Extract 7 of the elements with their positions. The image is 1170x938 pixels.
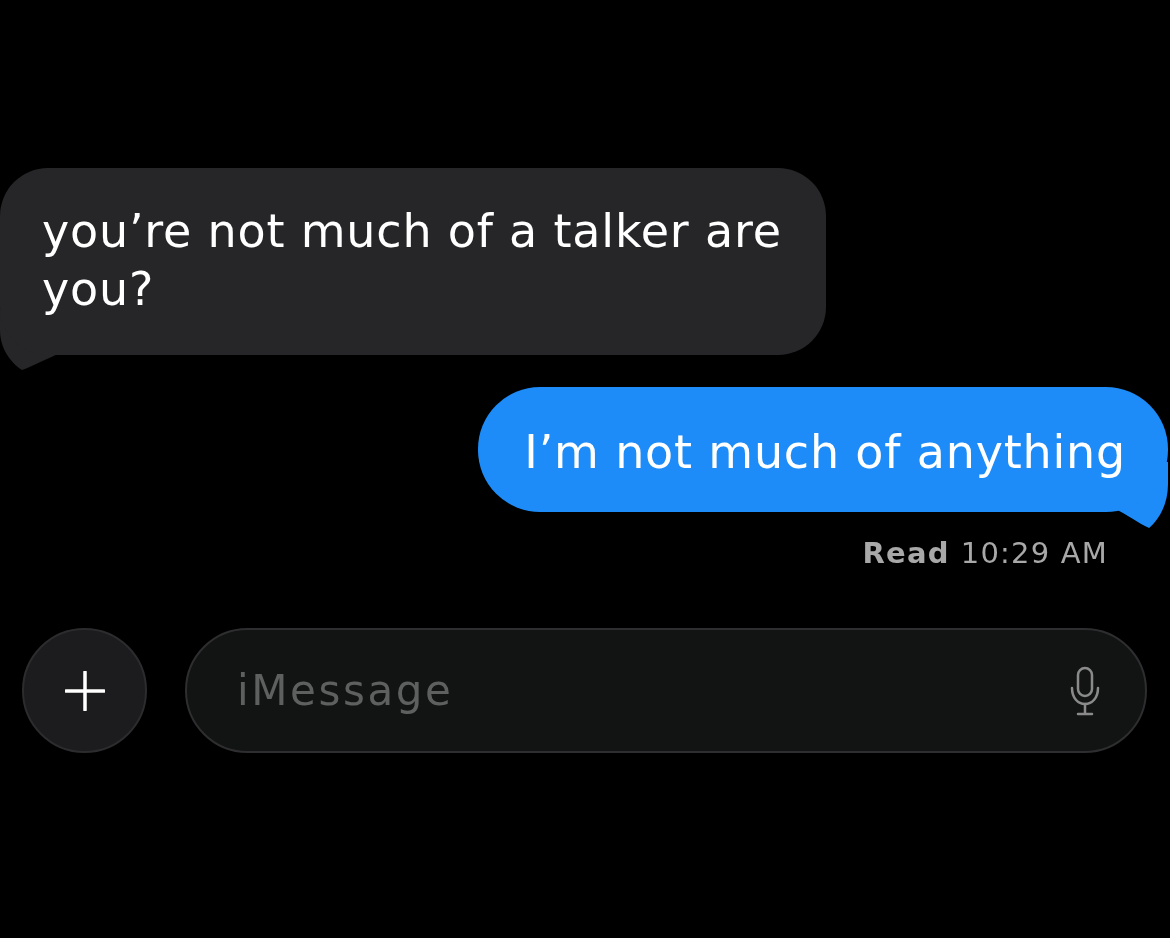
message-input-field[interactable]: iMessage [185,628,1147,753]
microphone-icon[interactable] [1070,666,1100,716]
plus-icon [64,670,105,711]
sent-message-bubble: I’m not much of anything [478,387,1168,512]
received-message-bubble: you’re not much of a talker are you? [0,168,826,355]
read-status: Read [862,535,950,571]
read-time: 10:29 AM [960,535,1108,571]
